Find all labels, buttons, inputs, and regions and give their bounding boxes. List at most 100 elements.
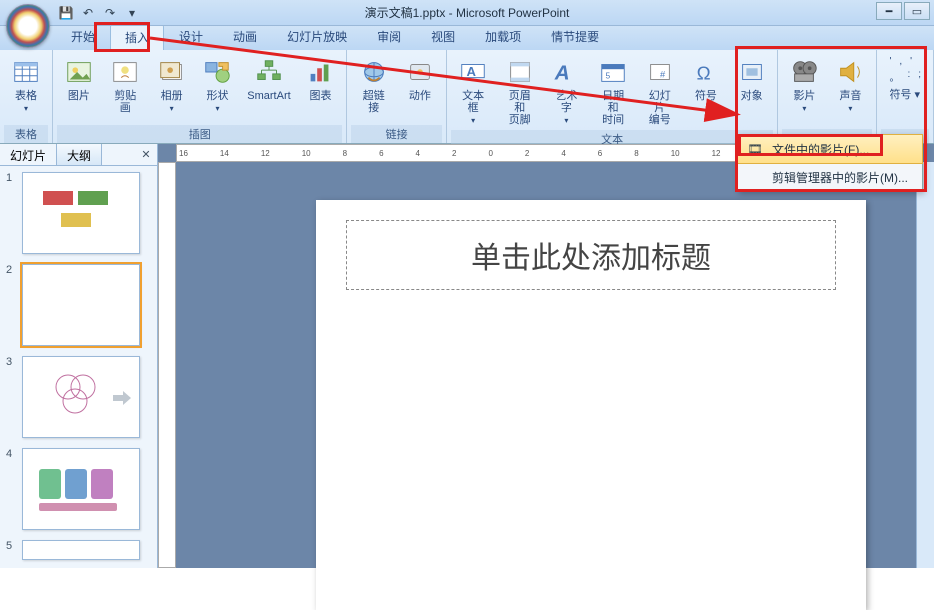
thumb-row-3[interactable]: 3 (6, 356, 151, 438)
tab-outline-panel[interactable]: 大纲 (57, 144, 102, 165)
tab-review[interactable]: 审阅 (362, 23, 416, 50)
ribbon: 表格 ▾ 表格 图片 剪贴画 相册▾ 形状▾ SmartArt 图表 插图 超链… (0, 50, 934, 144)
thumb-row-5[interactable]: 5 (6, 540, 151, 560)
chart-icon (304, 56, 336, 88)
svg-text:5: 5 (606, 71, 611, 81)
qat-more-icon[interactable]: ▾ (122, 3, 142, 23)
clipart-icon (109, 56, 141, 88)
group-illustrations: 图片 剪贴画 相册▾ 形状▾ SmartArt 图表 插图 (53, 50, 347, 143)
chevron-down-icon: ▾ (170, 104, 174, 113)
headerfooter-icon (504, 56, 536, 88)
movie-dropdown-menu: 🎞 文件中的影片(F)... 剪辑管理器中的影片(M)... (737, 134, 923, 192)
slide-canvas[interactable]: 单击此处添加标题 (316, 200, 866, 610)
slide-area: 16 14 12 10 8 6 4 2 0 2 4 6 8 10 12 单击此处… (158, 144, 934, 568)
btn-clipart[interactable]: 剪贴画 (105, 54, 146, 123)
svg-text:#: # (660, 70, 666, 80)
tab-anim[interactable]: 动画 (218, 23, 272, 50)
group-media: 影片▾ 声音▾ (778, 50, 877, 143)
tab-addin[interactable]: 加载项 (470, 23, 536, 50)
object-icon (736, 56, 768, 88)
slide-thumb-2[interactable] (22, 264, 140, 346)
maximize-button[interactable]: ▭ (904, 2, 930, 20)
tab-design[interactable]: 设计 (164, 23, 218, 50)
chevron-down-icon: ▾ (802, 104, 806, 113)
title-placeholder[interactable]: 单击此处添加标题 (346, 220, 836, 290)
sound-icon (834, 56, 866, 88)
wordart-icon: A (550, 56, 582, 88)
undo-icon[interactable]: ↶ (78, 3, 98, 23)
vertical-scrollbar[interactable] (916, 162, 934, 568)
quick-access-toolbar: 💾 ↶ ↷ ▾ (56, 3, 142, 23)
btn-object[interactable]: 对象 (732, 54, 772, 128)
btn-picture[interactable]: 图片 (59, 54, 99, 123)
btn-textbox[interactable]: A文本框▾ (453, 54, 494, 128)
svg-text:Ω: Ω (697, 63, 711, 84)
btn-hyperlink[interactable]: 超链接 (353, 54, 394, 123)
chevron-down-icon: ▾ (215, 104, 219, 113)
group-table: 表格 ▾ 表格 (0, 50, 53, 143)
btn-smartart[interactable]: SmartArt (243, 54, 294, 123)
btn-slidenum[interactable]: #幻灯片 编号 (639, 54, 680, 128)
save-icon[interactable]: 💾 (56, 3, 76, 23)
hyperlink-icon (358, 56, 390, 88)
movie-icon (788, 56, 820, 88)
btn-movie[interactable]: 影片▾ (784, 54, 824, 127)
office-button[interactable] (6, 4, 50, 48)
minimize-button[interactable]: ━ (876, 2, 902, 20)
chevron-down-icon: ▾ (471, 116, 475, 125)
action-icon (404, 56, 436, 88)
group-text: A文本框▾ 页眉和 页脚 A艺术字▾ 5日期和 时间 #幻灯片 编号 Ω符号 对… (447, 50, 779, 143)
slide-thumb-4[interactable] (22, 448, 140, 530)
tab-insert[interactable]: 插入 (110, 24, 164, 50)
table-icon (10, 56, 42, 88)
redo-icon[interactable]: ↷ (100, 3, 120, 23)
slide-thumb-1[interactable] (22, 172, 140, 254)
thumb-row-2[interactable]: 2 (6, 264, 151, 346)
close-panel-icon[interactable]: ✕ (135, 144, 157, 165)
slidenum-icon: # (644, 56, 676, 88)
menu-item-movie-from-manager[interactable]: 剪辑管理器中的影片(M)... (738, 163, 922, 191)
slide-thumb-3[interactable] (22, 356, 140, 438)
title-bar: 💾 ↶ ↷ ▾ 演示文稿1.pptx - Microsoft PowerPoin… (0, 0, 934, 26)
vertical-ruler[interactable] (158, 162, 176, 568)
btn-action[interactable]: 动作 (400, 54, 440, 123)
tab-slideshow[interactable]: 幻灯片放映 (272, 23, 362, 50)
window-title: 演示文稿1.pptx - Microsoft PowerPoint (365, 4, 570, 21)
datetime-icon: 5 (597, 56, 629, 88)
svg-text:A: A (554, 62, 570, 85)
symbol-icon: Ω (690, 56, 722, 88)
btn-symbol-dropdown[interactable]: 符号 ▾ (889, 86, 921, 102)
slide-thumbnails: 1 2 3 4 5 (0, 166, 157, 566)
btn-datetime[interactable]: 5日期和 时间 (593, 54, 634, 128)
btn-table[interactable]: 表格 ▾ (6, 54, 46, 123)
btn-symbol[interactable]: Ω符号 (686, 54, 726, 128)
album-icon (156, 56, 188, 88)
thumb-row-1[interactable]: 1 (6, 172, 151, 254)
smartart-icon (253, 56, 285, 88)
tab-story[interactable]: 情节提要 (536, 23, 614, 50)
btn-sound[interactable]: 声音▾ (830, 54, 870, 127)
tab-start[interactable]: 开始 (56, 23, 110, 50)
btn-shapes[interactable]: 形状▾ (198, 54, 238, 123)
btn-wordart[interactable]: A艺术字▾ (546, 54, 587, 128)
group-links: 超链接 动作 链接 (347, 50, 446, 143)
chevron-down-icon: ▾ (24, 104, 28, 113)
group-symbols-small: ',' 。:; 符号 ▾ (877, 50, 934, 143)
window-controls: ━ ▭ (876, 2, 930, 20)
textbox-icon: A (457, 56, 489, 88)
btn-album[interactable]: 相册▾ (152, 54, 192, 123)
left-panel: 幻灯片 大纲 ✕ 1 2 3 4 (0, 144, 158, 568)
tab-slides-panel[interactable]: 幻灯片 (0, 144, 57, 165)
left-panel-tabs: 幻灯片 大纲 ✕ (0, 144, 157, 166)
chevron-down-icon: ▾ (564, 116, 568, 125)
chevron-down-icon: ▾ (848, 104, 852, 113)
btn-chart[interactable]: 图表 (301, 54, 341, 123)
film-reel-icon: 🎞 (746, 140, 764, 158)
ribbon-tabs: 开始 插入 设计 动画 幻灯片放映 审阅 视图 加载项 情节提要 (0, 26, 934, 50)
tab-view[interactable]: 视图 (416, 23, 470, 50)
btn-headerfooter[interactable]: 页眉和 页脚 (499, 54, 540, 128)
shapes-icon (201, 56, 233, 88)
slide-thumb-5[interactable] (22, 540, 140, 560)
thumb-row-4[interactable]: 4 (6, 448, 151, 530)
menu-item-movie-from-file[interactable]: 🎞 文件中的影片(F)... (737, 134, 923, 164)
